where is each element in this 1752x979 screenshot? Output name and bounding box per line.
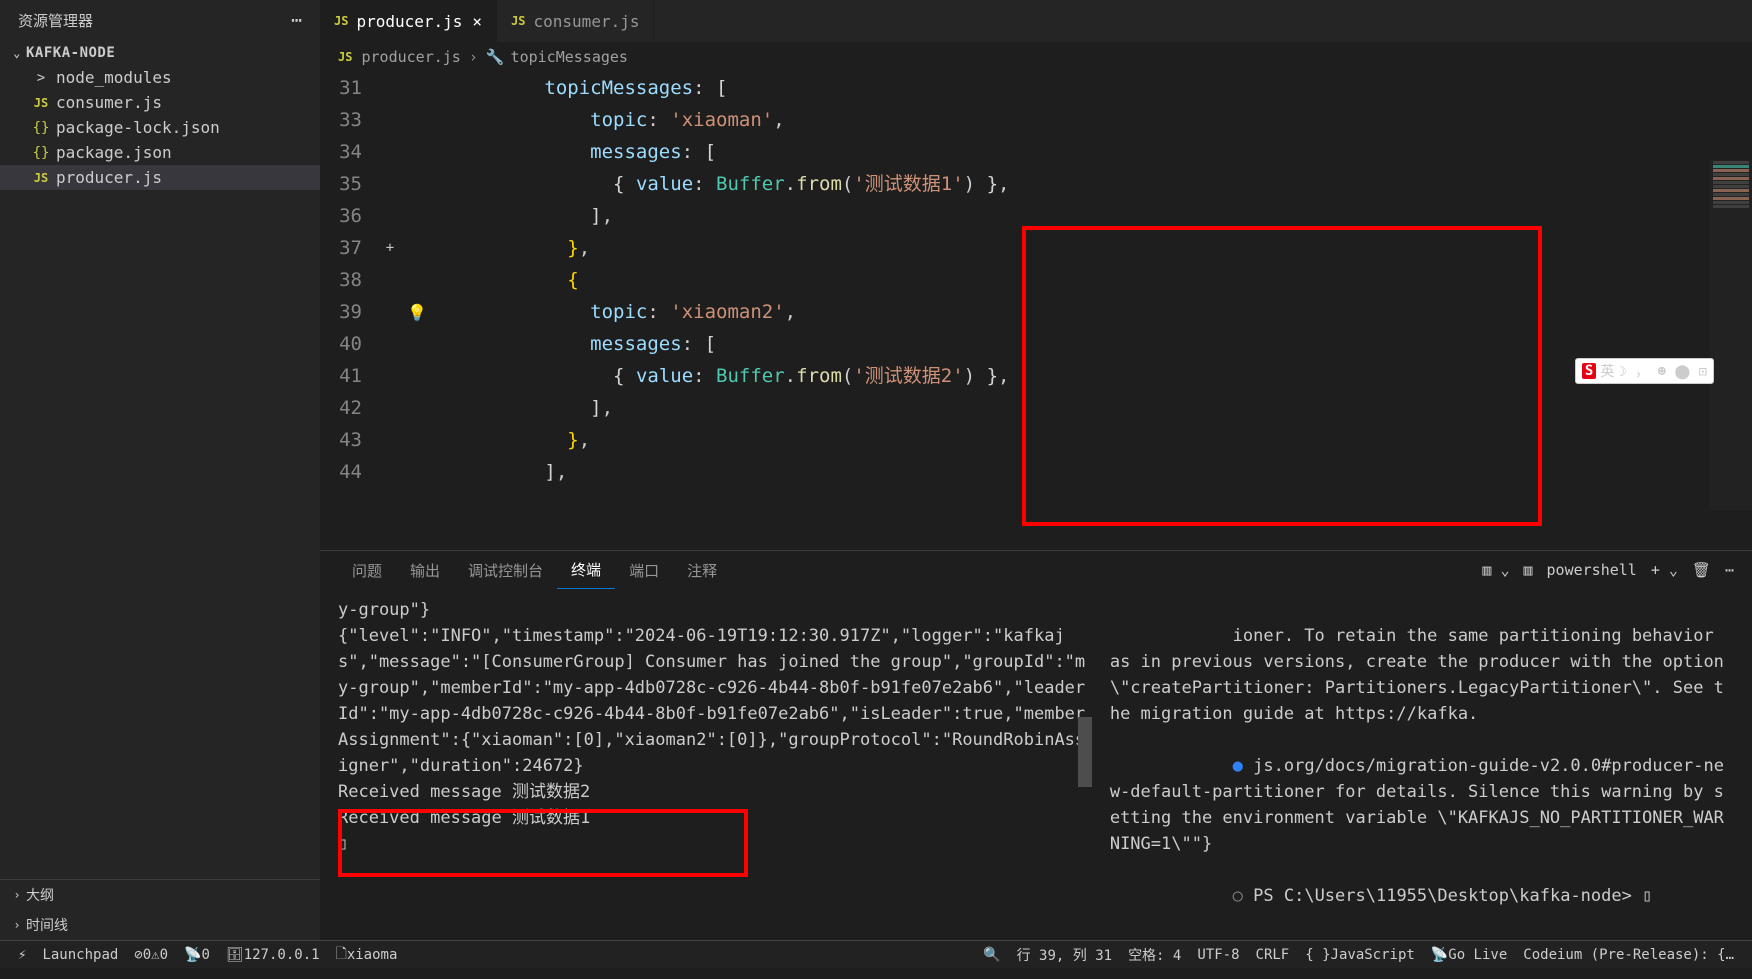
file-icon: > — [30, 70, 52, 86]
wrench-icon: 🔧 — [486, 48, 505, 66]
layout-icon[interactable]: ▥ — [1523, 561, 1532, 579]
js-icon: JS — [334, 14, 348, 28]
remote-icon[interactable]: ⚡ — [10, 947, 34, 963]
radio-icon[interactable]: 📡 0 — [176, 947, 218, 963]
bottom-panel: 问题输出调试控制台终端端口注释 ▥ ⌄ ▥ powershell + ⌄ 🗑 ⋯… — [320, 550, 1752, 940]
chevron-down-icon: ⌄ — [8, 46, 26, 60]
db-host[interactable]: 🗄 127.0.0.1 — [218, 947, 328, 963]
file-producer.js[interactable]: JSproducer.js — [0, 165, 320, 190]
file-package.json[interactable]: {}package.json — [0, 140, 320, 165]
folder-name: KAFKA-NODE — [26, 45, 115, 61]
file-icon: {} — [30, 120, 52, 136]
file-consumer.js[interactable]: JSconsumer.js — [0, 90, 320, 115]
search-icon[interactable]: 🔍 — [975, 947, 1008, 963]
minimap[interactable] — [1710, 160, 1752, 510]
editor-region: JSproducer.js×JSconsumer.js JS producer.… — [320, 0, 1752, 940]
sidebar: 资源管理器 ⋯ ⌄ KAFKA-NODE >node_modulesJScons… — [0, 0, 320, 940]
file-icon: {} — [30, 145, 52, 161]
add-terminal-icon[interactable]: + ⌄ — [1651, 561, 1678, 579]
js-icon: JS — [338, 50, 352, 64]
ime-toolbar[interactable]: S 英 ☽ ， ☻ ⬤ ⊡ — [1575, 358, 1714, 384]
outline-section[interactable]: ›大纲 — [0, 880, 320, 910]
shell-label[interactable]: powershell — [1547, 561, 1637, 579]
cursor-position[interactable]: 行 39, 列 31 — [1009, 945, 1120, 965]
split-icon[interactable]: ▥ ⌄ — [1482, 561, 1509, 579]
panel-tab-注释[interactable]: 注释 — [673, 552, 731, 589]
golive-button[interactable]: 📡 Go Live — [1423, 947, 1515, 963]
breadcrumb[interactable]: JS producer.js › 🔧 topicMessages — [320, 42, 1752, 72]
file-tree: >node_modulesJSconsumer.js{}package-lock… — [0, 65, 320, 879]
explorer-title: 资源管理器 — [18, 10, 93, 31]
panel-tab-终端[interactable]: 终端 — [557, 551, 615, 589]
panel-tab-输出[interactable]: 输出 — [396, 552, 454, 589]
indent-button[interactable]: 空格: 4 — [1120, 945, 1189, 965]
terminal-left[interactable]: y-group"} {"level":"INFO","timestamp":"2… — [338, 597, 1092, 935]
code-editor[interactable]: 31333435363738394041424344 + 💡 topicMess… — [320, 72, 1752, 550]
file-package-lock.json[interactable]: {}package-lock.json — [0, 115, 320, 140]
trash-icon[interactable]: 🗑 — [1692, 561, 1711, 579]
problems-button[interactable]: ⊘ 0 ⚠ 0 — [126, 947, 176, 963]
panel-tab-调试控制台[interactable]: 调试控制台 — [454, 552, 557, 589]
panel-tab-端口[interactable]: 端口 — [615, 552, 673, 589]
terminal-right[interactable]: ioner. To retain the same partitioning b… — [1092, 597, 1734, 935]
js-icon: JS — [511, 14, 525, 28]
tab-bar: JSproducer.js×JSconsumer.js — [320, 0, 1752, 42]
encoding-button[interactable]: UTF-8 — [1189, 947, 1247, 963]
file-node_modules[interactable]: >node_modules — [0, 65, 320, 90]
panel-tab-问题[interactable]: 问题 — [338, 552, 396, 589]
timeline-section[interactable]: ›时间线 — [0, 910, 320, 940]
folder-header[interactable]: ⌄ KAFKA-NODE — [0, 41, 320, 65]
scrollbar-thumb[interactable] — [1078, 717, 1092, 787]
close-icon[interactable]: × — [472, 12, 482, 31]
status-bar: ⚡ Launchpad ⊘ 0 ⚠ 0 📡 0 🗄 127.0.0.1 🗋 xi… — [0, 940, 1752, 968]
codeium-button[interactable]: Codeium (Pre-Release): {… — [1515, 947, 1742, 963]
file-icon: JS — [30, 171, 52, 185]
tab-producer.js[interactable]: JSproducer.js× — [320, 0, 497, 42]
explorer-more-icon[interactable]: ⋯ — [291, 10, 302, 31]
language-button[interactable]: { } JavaScript — [1297, 947, 1423, 963]
file-icon: JS — [30, 96, 52, 110]
panel-more-icon[interactable]: ⋯ — [1725, 561, 1734, 579]
tab-consumer.js[interactable]: JSconsumer.js — [497, 0, 654, 42]
db-name[interactable]: 🗋 xiaoma — [328, 943, 406, 967]
eol-button[interactable]: CRLF — [1248, 947, 1298, 963]
launchpad-button[interactable]: Launchpad — [34, 947, 126, 963]
